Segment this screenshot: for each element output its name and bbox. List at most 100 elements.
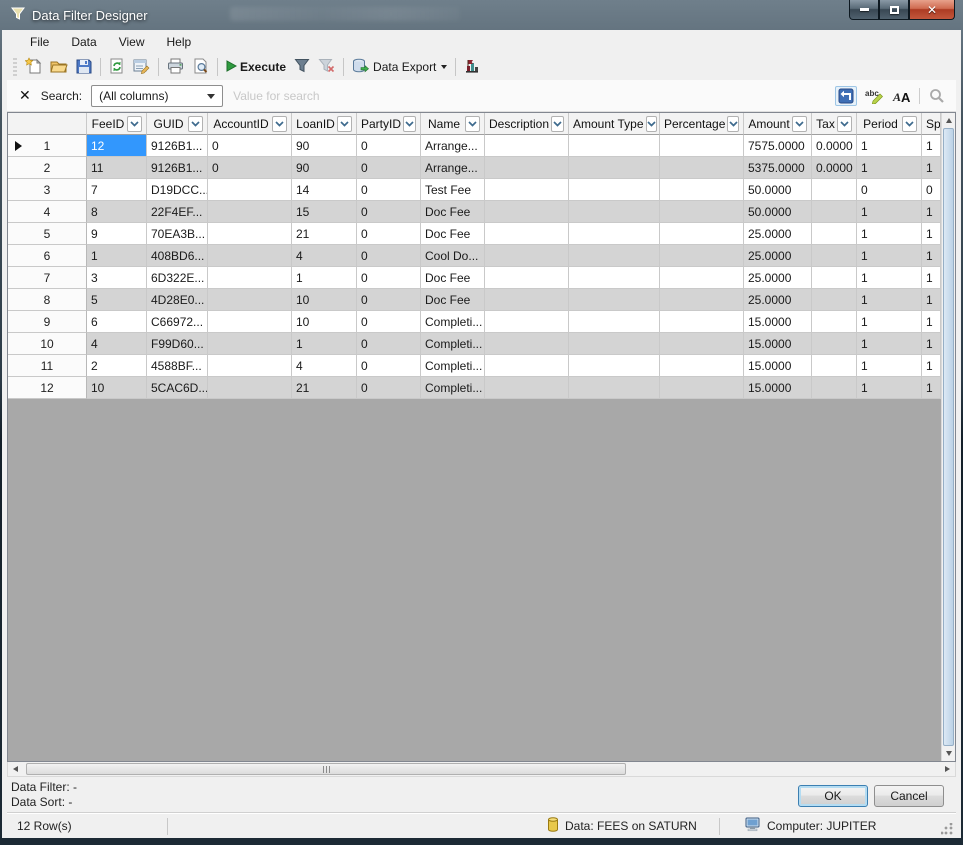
grid-cell[interactable]: [660, 333, 744, 355]
grid-cell[interactable]: [812, 267, 857, 289]
column-filter-dropdown[interactable]: [188, 116, 203, 132]
grid-cell[interactable]: 8: [87, 201, 147, 223]
grid-cell[interactable]: 5: [87, 289, 147, 311]
save-button[interactable]: [72, 56, 96, 78]
grid-cell[interactable]: 15.0000: [744, 355, 812, 377]
column-filter-dropdown[interactable]: [127, 116, 142, 132]
grid-cell[interactable]: Doc Fee: [421, 267, 485, 289]
grid-cell[interactable]: 0.0000: [812, 135, 857, 157]
grid-cell[interactable]: 1: [922, 223, 941, 245]
grid-cell[interactable]: [208, 289, 292, 311]
row-header[interactable]: 2: [8, 157, 87, 179]
grid-cell[interactable]: 0: [357, 355, 421, 377]
grid-cell[interactable]: 5375.0000: [744, 157, 812, 179]
grid-cell[interactable]: 0: [357, 201, 421, 223]
grid-cell[interactable]: 50.0000: [744, 179, 812, 201]
grid-cell[interactable]: 0: [357, 267, 421, 289]
filter-button[interactable]: [290, 56, 314, 78]
search-input[interactable]: [233, 85, 835, 107]
grid-cell[interactable]: F99D60...: [147, 333, 208, 355]
grid-cell[interactable]: 0: [357, 245, 421, 267]
grid-cell[interactable]: [485, 267, 569, 289]
column-filter-dropdown[interactable]: [272, 116, 287, 132]
row-header[interactable]: 8: [8, 289, 87, 311]
grid-cell[interactable]: 0: [357, 333, 421, 355]
grid-cell[interactable]: 9: [87, 223, 147, 245]
grid-cell[interactable]: 1: [857, 355, 922, 377]
grid-cell[interactable]: 408BD6...: [147, 245, 208, 267]
grid-cell[interactable]: 1: [922, 201, 941, 223]
grid-cell[interactable]: 1: [857, 289, 922, 311]
chart-button[interactable]: [460, 56, 484, 78]
grid-cell[interactable]: [660, 157, 744, 179]
search-direction-toggle[interactable]: [835, 86, 857, 106]
grid-cell[interactable]: 22F4EF...: [147, 201, 208, 223]
row-header[interactable]: 9: [8, 311, 87, 333]
grid-cell[interactable]: [208, 377, 292, 399]
open-button[interactable]: [46, 56, 72, 78]
grid-cell[interactable]: 15.0000: [744, 311, 812, 333]
grid-cell[interactable]: Cool Do...: [421, 245, 485, 267]
grid-cell[interactable]: 1: [857, 201, 922, 223]
grid-cell[interactable]: Arrange...: [421, 157, 485, 179]
grid-cell[interactable]: 1: [922, 333, 941, 355]
menu-file[interactable]: File: [19, 32, 60, 52]
grid-cell[interactable]: [208, 333, 292, 355]
grid-cell[interactable]: 15: [292, 201, 357, 223]
new-button[interactable]: [21, 56, 46, 78]
grid-cell[interactable]: [208, 267, 292, 289]
column-header-period[interactable]: Period: [857, 113, 922, 135]
horizontal-scrollbar[interactable]: [7, 762, 956, 777]
grid-cell[interactable]: Doc Fee: [421, 223, 485, 245]
grid-cell[interactable]: 1: [857, 245, 922, 267]
grid-cell[interactable]: [569, 157, 660, 179]
grid-cell[interactable]: [812, 179, 857, 201]
column-filter-dropdown[interactable]: [837, 116, 852, 132]
grid-cell[interactable]: [660, 201, 744, 223]
grid-cell[interactable]: 10: [292, 289, 357, 311]
grid-cell[interactable]: [569, 135, 660, 157]
column-filter-dropdown[interactable]: [902, 116, 917, 132]
grid-cell[interactable]: 1: [922, 377, 941, 399]
grid-cell[interactable]: 3: [87, 267, 147, 289]
grid-cell[interactable]: 7575.0000: [744, 135, 812, 157]
grid-cell[interactable]: [660, 355, 744, 377]
row-header[interactable]: 10: [8, 333, 87, 355]
search-icon[interactable]: [926, 86, 948, 106]
grid-cell[interactable]: [485, 135, 569, 157]
grid-cell[interactable]: 1: [292, 267, 357, 289]
grid-cell[interactable]: 4: [292, 245, 357, 267]
grid-cell[interactable]: [569, 179, 660, 201]
column-header-name[interactable]: Name: [421, 113, 485, 135]
scroll-right-icon[interactable]: [940, 762, 955, 776]
grid-cell[interactable]: [569, 201, 660, 223]
grid-cell[interactable]: D19DCC...: [147, 179, 208, 201]
grid-cell[interactable]: [660, 377, 744, 399]
grid-cell[interactable]: [812, 377, 857, 399]
close-button[interactable]: ✕: [909, 0, 955, 20]
grid-cell[interactable]: 10: [292, 311, 357, 333]
grid-cell[interactable]: 6: [87, 311, 147, 333]
grid-cell[interactable]: [485, 223, 569, 245]
row-header[interactable]: 4: [8, 201, 87, 223]
grid-cell[interactable]: 0: [357, 135, 421, 157]
grid-cell[interactable]: 0: [357, 157, 421, 179]
grid-cell[interactable]: 6D322E...: [147, 267, 208, 289]
grid-cell[interactable]: [660, 245, 744, 267]
grid-cell[interactable]: [485, 311, 569, 333]
grid-cell[interactable]: [569, 289, 660, 311]
grid-cell[interactable]: [208, 201, 292, 223]
close-search-icon[interactable]: ✕: [19, 87, 31, 104]
grid-cell[interactable]: 0: [208, 135, 292, 157]
grid-cell[interactable]: 0: [357, 289, 421, 311]
ok-button[interactable]: OK: [798, 785, 868, 807]
scroll-up-icon[interactable]: [942, 113, 956, 128]
grid-cell[interactable]: 10: [87, 377, 147, 399]
resize-grip[interactable]: [941, 823, 953, 835]
grid-cell[interactable]: [208, 223, 292, 245]
grid-cell[interactable]: Test Fee: [421, 179, 485, 201]
column-header-loanid[interactable]: LoanID: [292, 113, 357, 135]
column-header-amount[interactable]: Amount: [744, 113, 812, 135]
search-column-dropdown[interactable]: (All columns): [91, 85, 223, 107]
grid-cell[interactable]: [569, 333, 660, 355]
